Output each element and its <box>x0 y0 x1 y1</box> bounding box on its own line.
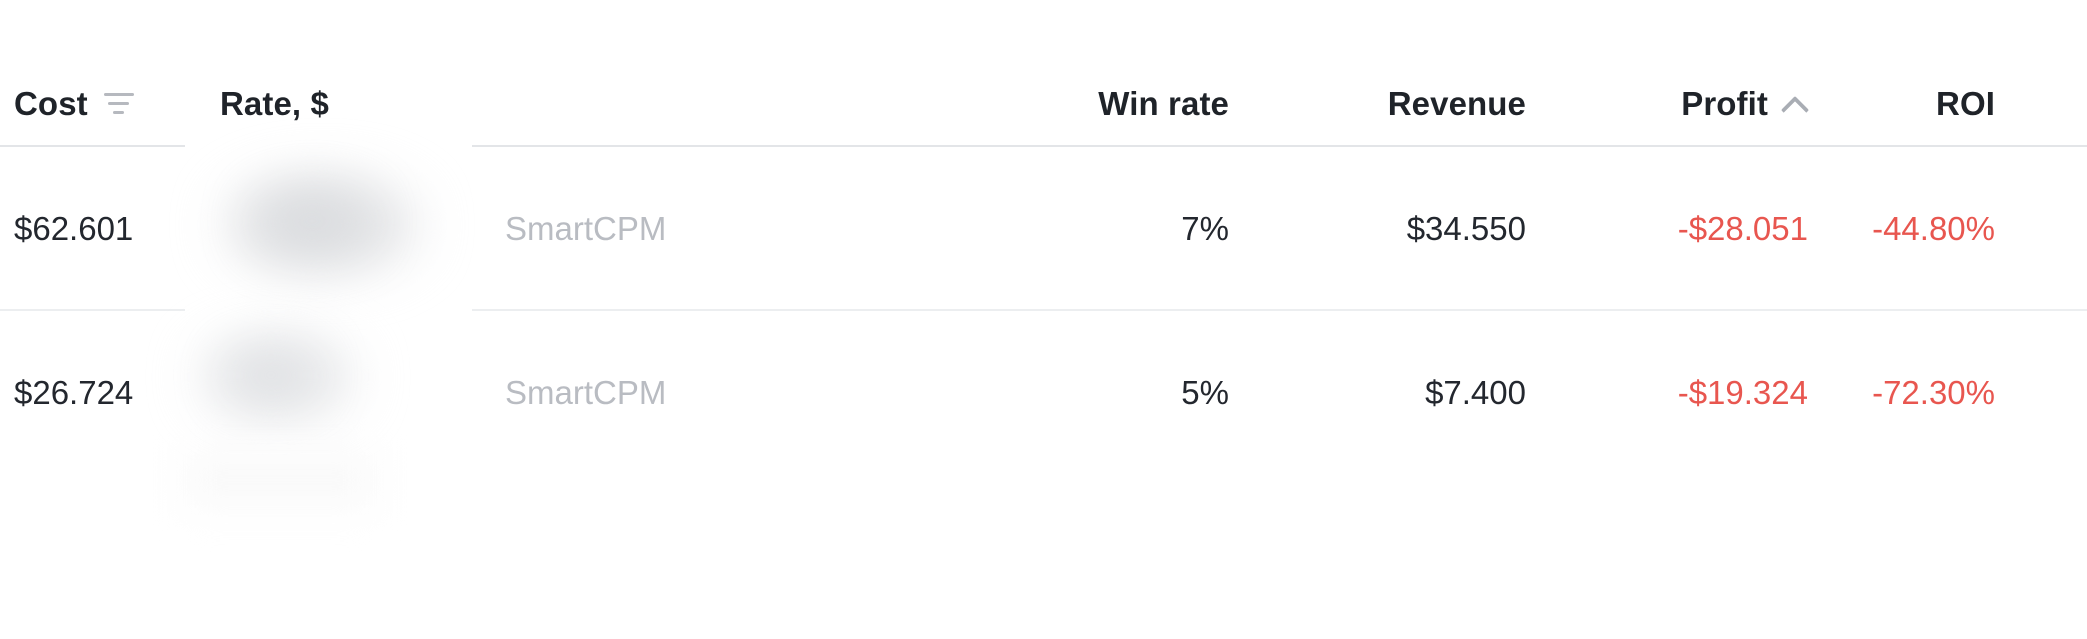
table-row[interactable]: $62.601 SmartCPM 7% $34.550 -$28.051 -44… <box>0 147 2087 311</box>
column-header-win-rate-label: Win rate <box>1098 85 1229 122</box>
column-header-roi-label: ROI <box>1936 85 1995 122</box>
table-row[interactable]: $26.724 SmartCPM 5% $7.400 -$19.324 -72.… <box>0 311 2087 475</box>
table-body: $62.601 SmartCPM 7% $34.550 -$28.051 -44… <box>0 147 2087 475</box>
column-header-win-rate[interactable]: Win rate <box>955 85 1245 123</box>
column-header-profit[interactable]: Profit <box>1550 85 1820 123</box>
filter-icon[interactable] <box>103 92 134 114</box>
cell-method: SmartCPM <box>505 210 667 247</box>
table-header-row: Cost Rate, $ Win rate Revenue Profit ROI <box>0 0 2087 145</box>
column-header-rate-label: Rate, $ <box>220 85 329 122</box>
cell-revenue: $7.400 <box>1425 374 1526 411</box>
cell-roi: -44.80% <box>1872 210 1995 247</box>
cell-profit: -$19.324 <box>1677 374 1808 411</box>
cell-cost: $62.601 <box>14 210 134 247</box>
filter-icon-line-1 <box>103 92 134 96</box>
column-header-revenue-label: Revenue <box>1387 85 1526 122</box>
column-header-rate[interactable]: Rate, $ <box>190 85 505 123</box>
chevron-up-icon[interactable] <box>1782 95 1808 110</box>
column-header-revenue[interactable]: Revenue <box>1245 85 1550 123</box>
cell-method: SmartCPM <box>505 374 667 411</box>
cell-roi: -72.30% <box>1872 374 1995 411</box>
filter-icon-line-3 <box>113 110 125 114</box>
column-header-cost-label: Cost <box>14 85 88 122</box>
filter-icon-line-2 <box>108 101 130 105</box>
cell-win-rate: 5% <box>1181 374 1229 411</box>
cell-profit: -$28.051 <box>1677 210 1808 247</box>
metrics-table: Cost Rate, $ Win rate Revenue Profit ROI <box>0 0 2087 639</box>
column-header-profit-label: Profit <box>1681 85 1768 122</box>
cell-cost: $26.724 <box>14 374 134 411</box>
cell-win-rate: 7% <box>1181 210 1229 247</box>
column-header-cost[interactable]: Cost <box>0 85 190 123</box>
cell-revenue: $34.550 <box>1406 210 1526 247</box>
column-header-roi[interactable]: ROI <box>1820 85 2087 123</box>
